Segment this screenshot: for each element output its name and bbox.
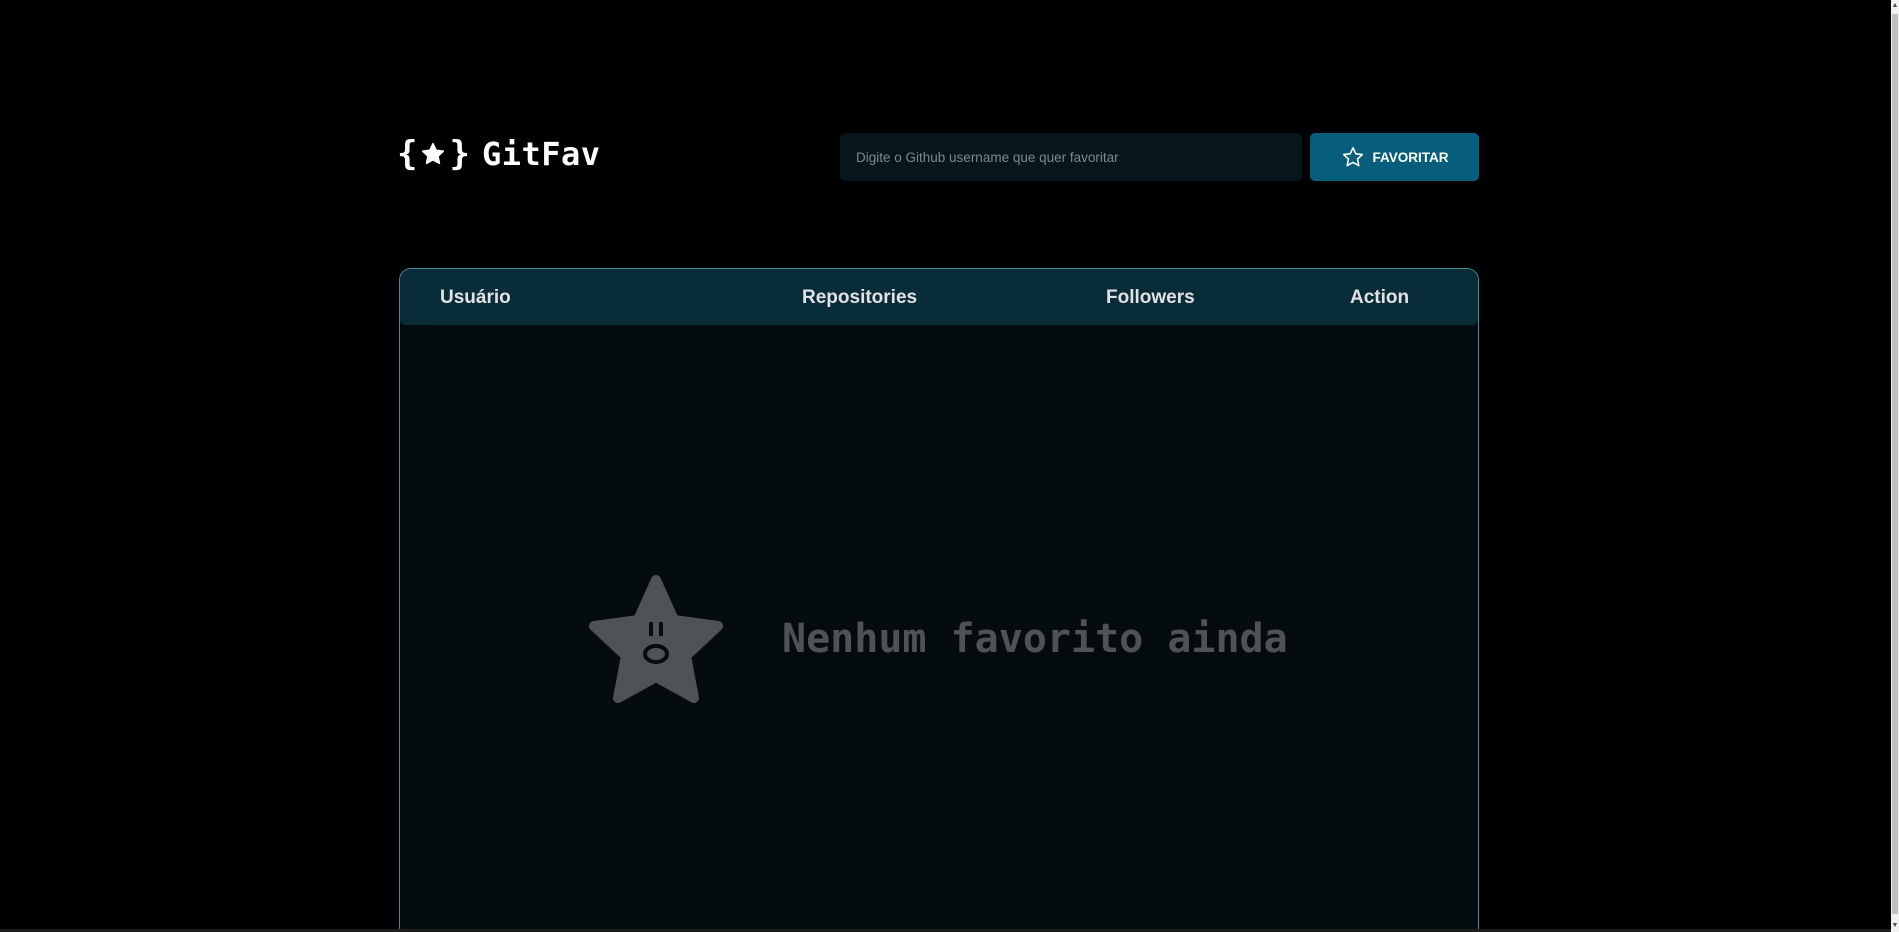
page-scrollbar[interactable]: ▲ ▼	[1891, 0, 1899, 932]
empty-state: Nenhum favorito ainda	[588, 574, 1288, 704]
column-header-repositories: Repositories	[802, 287, 918, 308]
star-outline-icon	[1342, 147, 1363, 167]
column-header-followers: Followers	[1106, 287, 1195, 308]
favorite-button-label: FAVORITAR	[1372, 149, 1449, 165]
column-header-user: Usuário	[440, 287, 511, 308]
scroll-up-arrow-icon[interactable]: ▲	[1891, 0, 1899, 12]
favorites-table: Usuário Repositories Followers Action Ne…	[399, 268, 1479, 932]
page: { } GitFav FAVORITAR Usuário Repositorie…	[0, 0, 1899, 932]
scrollbar-thumb[interactable]	[1892, 14, 1898, 914]
logo-brace-close: }	[449, 134, 470, 174]
search-input[interactable]	[840, 133, 1302, 181]
empty-state-message: Nenhum favorito ainda	[782, 616, 1288, 662]
favorite-button[interactable]: FAVORITAR	[1310, 133, 1479, 181]
logo-brace-open: {	[397, 134, 418, 174]
logo: { } GitFav	[397, 134, 601, 174]
column-header-action: Action	[1350, 287, 1410, 308]
logo-text: GitFav	[481, 135, 601, 173]
table-header: Usuário Repositories Followers Action	[400, 269, 1478, 325]
scroll-down-arrow-icon[interactable]: ▼	[1891, 920, 1899, 932]
star-icon	[422, 142, 445, 165]
sad-star-icon	[589, 575, 723, 703]
